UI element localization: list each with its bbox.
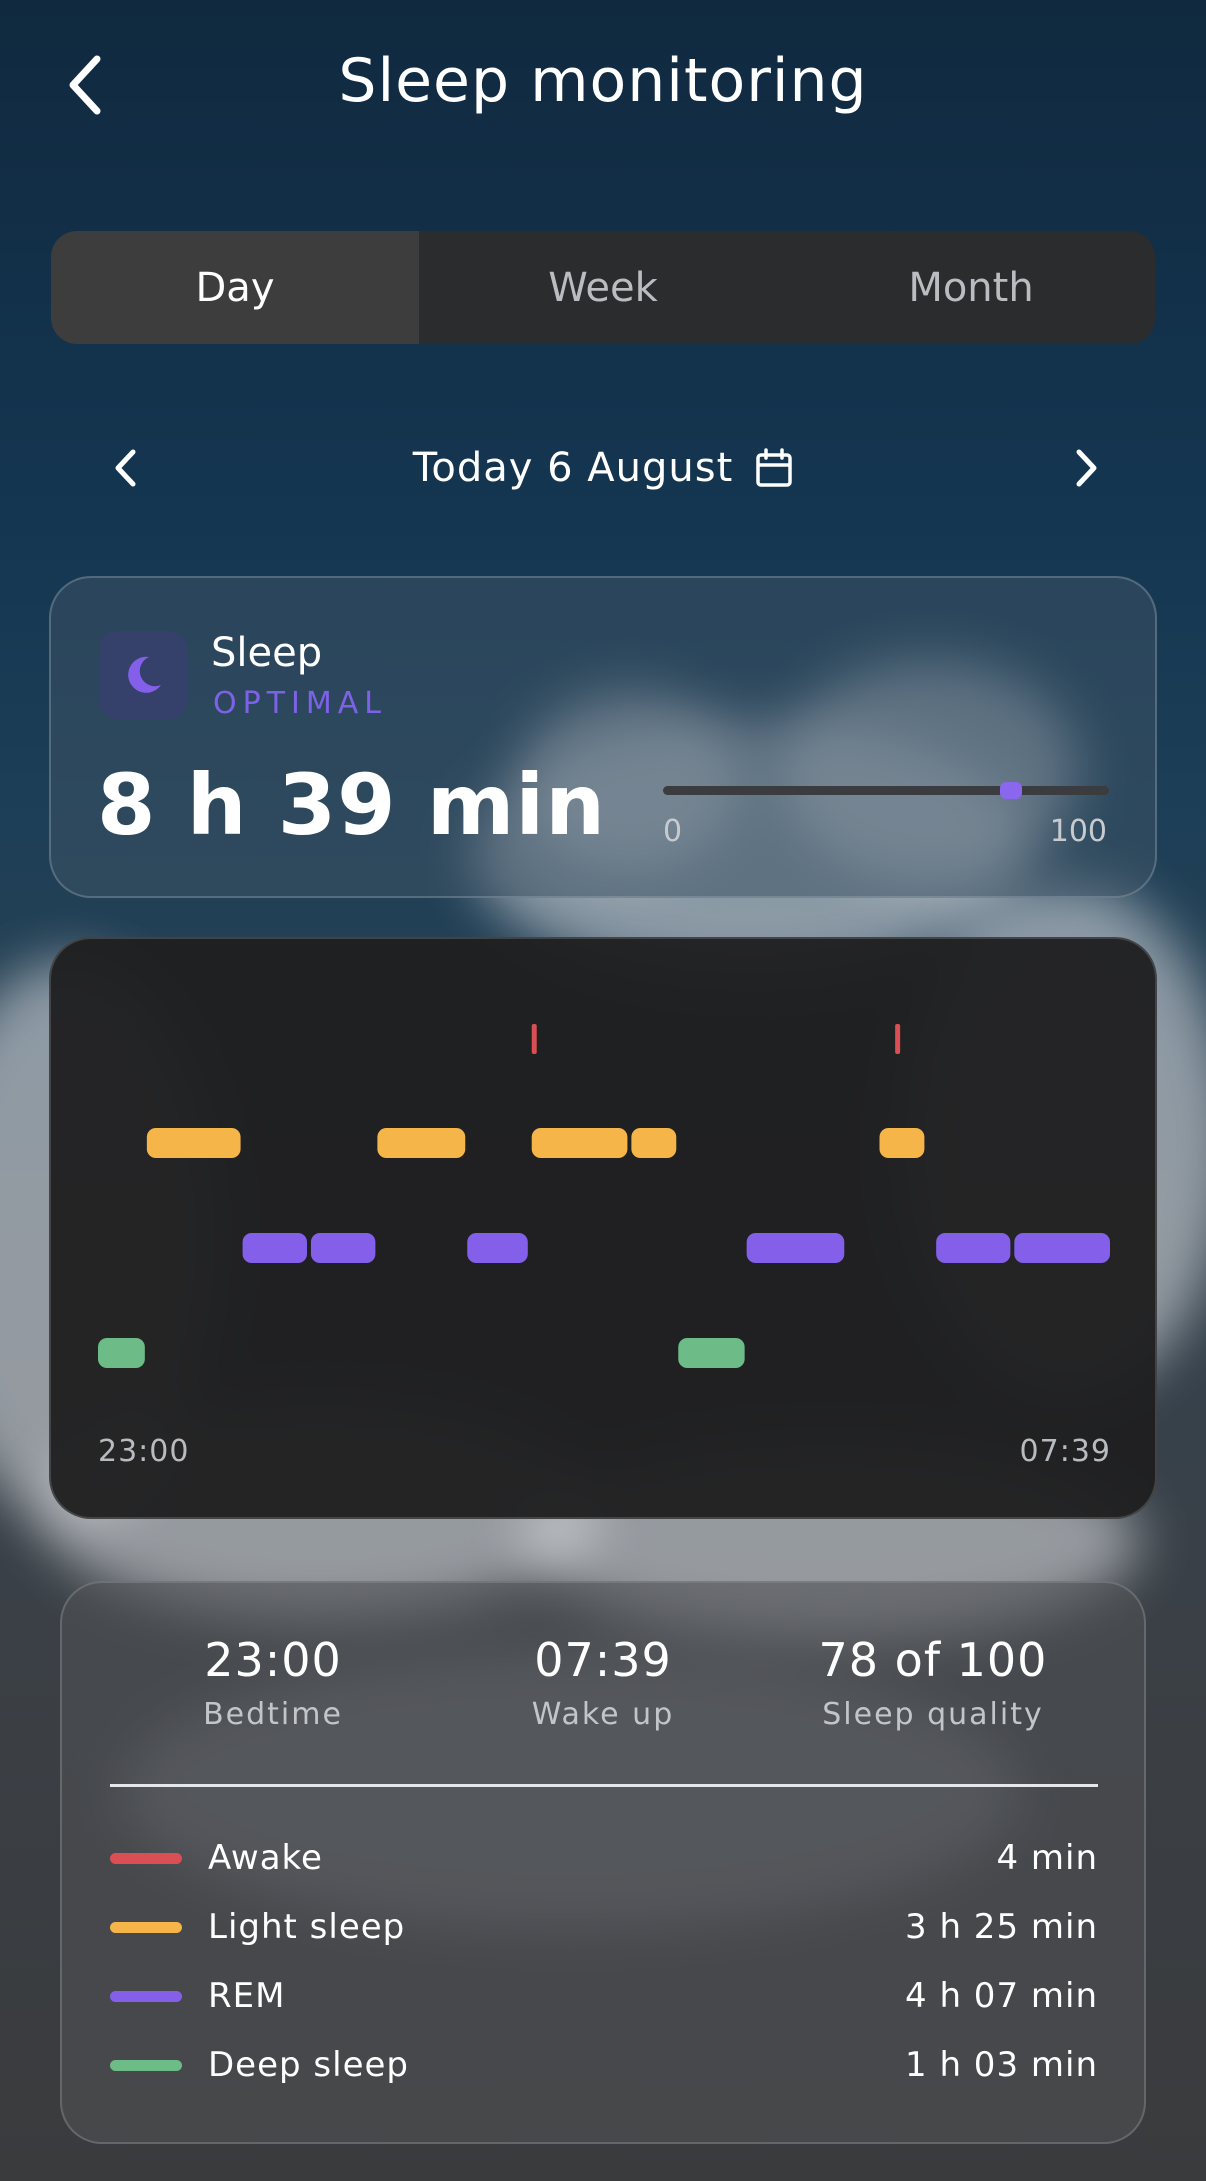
sleep-duration: 8 h 39 min <box>97 756 606 854</box>
stage-segment-light-sleep <box>377 1128 466 1158</box>
stage-segment-awake <box>895 1024 901 1054</box>
sleep-quality-stat: 78 of 100 Sleep quality <box>768 1633 1098 1732</box>
legend-swatch <box>110 1990 182 2002</box>
header: Sleep monitoring <box>0 0 1206 170</box>
legend-name: Awake <box>208 1838 323 1878</box>
tab-month[interactable]: Month <box>787 231 1155 344</box>
stage-segment-light-sleep <box>631 1128 677 1158</box>
wake-up-value: 07:39 <box>534 1633 672 1687</box>
legend-value: 4 h 07 min <box>905 1976 1098 2016</box>
stage-segment-rem <box>1014 1233 1110 1263</box>
chart-end-time: 07:39 <box>1019 1434 1111 1469</box>
bedtime-stat: 23:00 Bedtime <box>108 1633 438 1732</box>
period-tabs: Day Week Month <box>51 231 1155 344</box>
legend-row-awake: Awake 4 min <box>110 1833 1098 1883</box>
sleep-stages-chart: 23:00 07:39 <box>49 937 1157 1519</box>
stage-segment-light-sleep <box>879 1128 925 1158</box>
page-title: Sleep monitoring <box>338 46 868 116</box>
chart-start-time: 23:00 <box>98 1434 190 1469</box>
sleep-score-bar <box>663 782 1109 799</box>
score-range-min: 0 <box>663 814 683 849</box>
legend-name: Deep sleep <box>208 2045 409 2085</box>
sleep-title: Sleep <box>211 630 323 676</box>
chevron-right-icon <box>1076 449 1097 487</box>
sleep-quality-value: 78 of 100 <box>818 1633 1048 1687</box>
date-navigator: Today 6 August <box>0 430 1206 506</box>
next-day-button[interactable] <box>1057 438 1117 498</box>
wake-up-stat: 07:39 Wake up <box>438 1633 768 1732</box>
stage-segment-deep-sleep <box>98 1338 145 1368</box>
stage-segment-awake <box>531 1024 537 1054</box>
legend-value: 3 h 25 min <box>905 1907 1098 1947</box>
tab-week[interactable]: Week <box>419 231 787 344</box>
legend-swatch <box>110 1852 182 1864</box>
moon-icon <box>99 631 187 719</box>
sleep-details-card: 23:00 Bedtime 07:39 Wake up 78 of 100 Sl… <box>60 1581 1146 2144</box>
sleep-quality-label: Sleep quality <box>822 1697 1044 1732</box>
stage-segment-deep-sleep <box>678 1338 745 1368</box>
stage-segment-light-sleep <box>146 1128 241 1158</box>
stage-segment-rem <box>467 1233 528 1263</box>
divider <box>110 1784 1098 1787</box>
sleep-summary-card: Sleep OPTIMAL 8 h 39 min 0 100 <box>49 576 1157 898</box>
legend-name: Light sleep <box>208 1907 406 1947</box>
stage-segment-light-sleep <box>531 1128 628 1158</box>
legend-value: 4 min <box>996 1838 1098 1878</box>
tab-day[interactable]: Day <box>51 231 419 344</box>
date-label: Today 6 August <box>412 445 734 491</box>
sleep-stages-plot <box>98 1024 1110 1368</box>
score-range-max: 100 <box>1049 814 1107 849</box>
wake-up-label: Wake up <box>531 1697 675 1732</box>
legend-name: REM <box>208 1976 286 2016</box>
legend-row-deep-sleep: Deep sleep 1 h 03 min <box>110 2040 1098 2090</box>
legend-row-rem: REM 4 h 07 min <box>110 1971 1098 2021</box>
sleep-score-marker <box>999 782 1022 799</box>
bedtime-label: Bedtime <box>203 1697 343 1732</box>
legend-swatch <box>110 1921 182 1933</box>
stage-segment-rem <box>310 1233 376 1263</box>
legend-value: 1 h 03 min <box>905 2045 1098 2085</box>
stage-segment-rem <box>936 1233 1011 1263</box>
calendar-icon[interactable] <box>755 448 793 488</box>
stage-segment-rem <box>746 1233 845 1263</box>
bedtime-value: 23:00 <box>204 1633 342 1687</box>
legend-row-light-sleep: Light sleep 3 h 25 min <box>110 1902 1098 1952</box>
sleep-status: OPTIMAL <box>213 686 387 721</box>
legend-swatch <box>110 2059 182 2071</box>
stage-segment-rem <box>242 1233 308 1263</box>
